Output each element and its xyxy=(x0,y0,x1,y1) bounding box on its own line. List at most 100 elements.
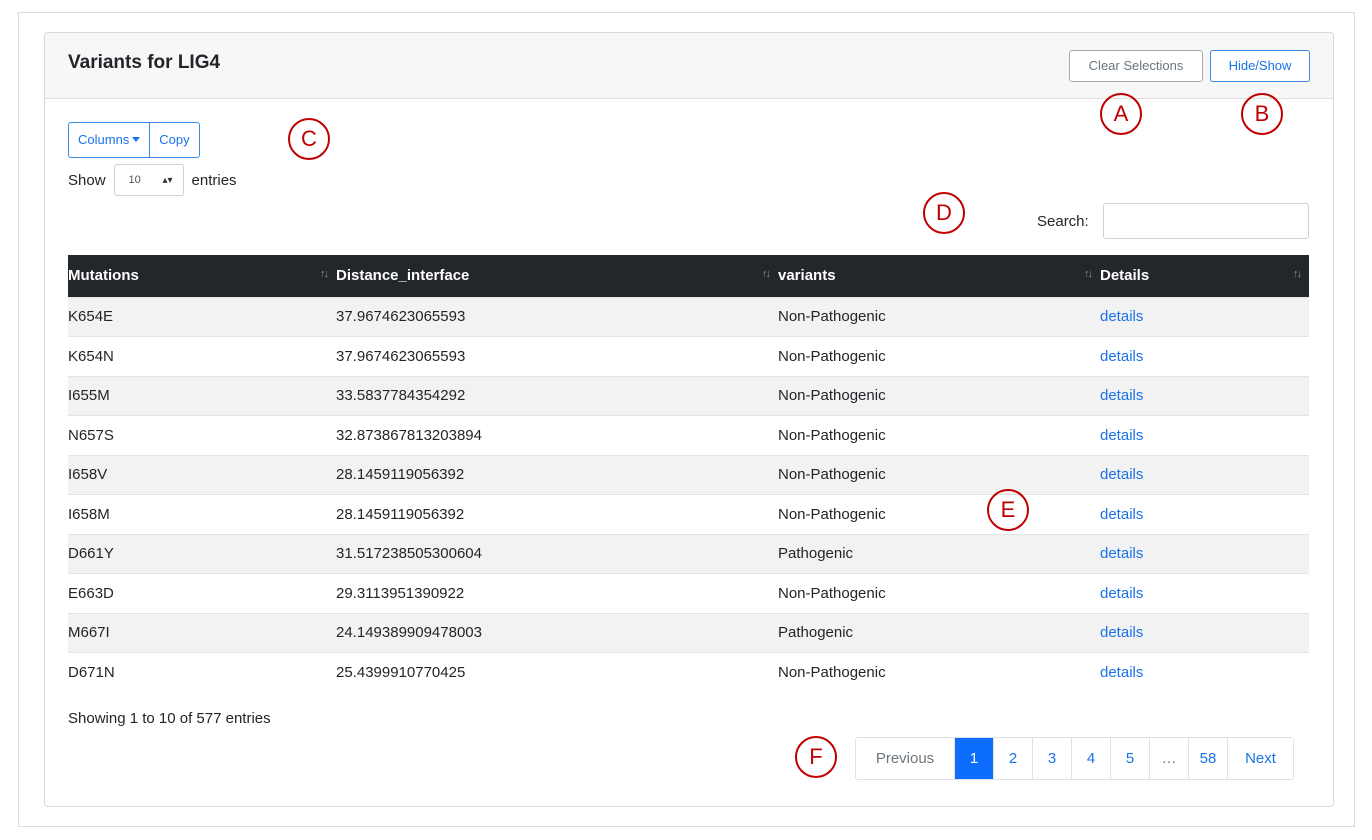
sort-arrows-icon: ↑↓ xyxy=(762,268,771,280)
next-page-button[interactable]: Next xyxy=(1227,738,1293,779)
search-label: Search: xyxy=(1037,213,1089,230)
cell-distance: 25.4399910770425 xyxy=(336,652,778,692)
entries-label: entries xyxy=(191,171,237,189)
pagination: Previous 1 2 3 4 5 … 58 Next xyxy=(855,737,1294,780)
cell-details: details xyxy=(1100,652,1309,692)
annotation-marker-b: B xyxy=(1241,93,1283,135)
table-info: Showing 1 to 10 of 577 entries xyxy=(68,710,271,727)
table-row: K654N 37.9674623065593 Non-Pathogenic de… xyxy=(68,336,1309,376)
table-row: I658M 28.1459119056392 Non-Pathogenic de… xyxy=(68,494,1309,534)
cell-details: details xyxy=(1100,533,1309,574)
annotation-marker-d: D xyxy=(923,192,965,234)
entries-select-value: 10 xyxy=(128,174,141,186)
cell-variant: Pathogenic xyxy=(778,533,1100,574)
column-header-details[interactable]: Details ↑↓ xyxy=(1100,255,1309,297)
columns-label: Columns xyxy=(78,132,130,147)
details-link[interactable]: details xyxy=(1100,427,1143,444)
details-link[interactable]: details xyxy=(1100,387,1143,404)
cell-details: details xyxy=(1100,612,1309,653)
column-header-variants[interactable]: variants ↑↓ xyxy=(778,255,1100,297)
length-menu: Show 10 ▴▾ entries xyxy=(68,164,237,196)
card-header: Variants for LIG4 Clear Selections Hide/… xyxy=(45,33,1333,99)
hide-show-button[interactable]: Hide/Show xyxy=(1210,50,1310,82)
cell-distance: 37.9674623065593 xyxy=(336,296,778,337)
columns-button[interactable]: Columns xyxy=(68,122,151,158)
cell-details: details xyxy=(1100,454,1309,495)
annotation-marker-e: E xyxy=(987,489,1029,531)
details-link[interactable]: details xyxy=(1100,585,1143,602)
cell-mutation: D671N xyxy=(68,652,336,692)
table-row: K654E 37.9674623065593 Non-Pathogenic de… xyxy=(68,296,1309,337)
page-button-4[interactable]: 4 xyxy=(1071,738,1110,779)
search-input[interactable] xyxy=(1103,203,1309,239)
cell-details: details xyxy=(1100,573,1309,613)
column-header-mutations[interactable]: Mutations ↑↓ xyxy=(68,255,336,297)
cell-details: details xyxy=(1100,296,1309,337)
annotation-marker-f: F xyxy=(795,736,837,778)
cell-variant: Non-Pathogenic xyxy=(778,494,1100,534)
annotation-marker-c: C xyxy=(288,118,330,160)
variants-table: Mutations ↑↓ Distance_interface ↑↓ variant… xyxy=(68,255,1309,692)
sort-arrows-icon: ↑↓ xyxy=(1084,268,1093,280)
cell-mutation: N657S xyxy=(68,415,336,455)
cell-mutation: I655M xyxy=(68,375,336,416)
details-link[interactable]: details xyxy=(1100,624,1143,641)
details-link[interactable]: details xyxy=(1100,545,1143,562)
page-button-58[interactable]: 58 xyxy=(1188,738,1227,779)
cell-distance: 29.3113951390922 xyxy=(336,573,778,613)
details-link[interactable]: details xyxy=(1100,506,1143,523)
cell-details: details xyxy=(1100,375,1309,416)
cell-mutation: I658V xyxy=(68,454,336,495)
table-row: D661Y 31.517238505300604 Pathogenic deta… xyxy=(68,533,1309,574)
previous-page-button[interactable]: Previous xyxy=(856,738,954,779)
cell-variant: Non-Pathogenic xyxy=(778,375,1100,416)
clear-selections-button[interactable]: Clear Selections xyxy=(1069,50,1203,82)
cell-mutation: K654N xyxy=(68,336,336,376)
details-link[interactable]: details xyxy=(1100,308,1143,325)
entries-select[interactable]: 10 ▴▾ xyxy=(113,164,184,196)
details-link[interactable]: details xyxy=(1100,664,1143,681)
table-row: M667I 24.149389909478003 Pathogenic deta… xyxy=(68,612,1309,653)
show-label: Show xyxy=(68,171,106,189)
page-button-1[interactable]: 1 xyxy=(954,738,993,779)
copy-button[interactable]: Copy xyxy=(150,122,200,158)
cell-distance: 24.149389909478003 xyxy=(336,612,778,653)
sort-arrows-icon: ↑↓ xyxy=(320,268,329,280)
cell-distance: 31.517238505300604 xyxy=(336,533,778,574)
cell-variant: Non-Pathogenic xyxy=(778,573,1100,613)
cell-mutation: K654E xyxy=(68,296,336,337)
cell-mutation: E663D xyxy=(68,573,336,613)
cell-variant: Non-Pathogenic xyxy=(778,652,1100,692)
table-row: E663D 29.3113951390922 Non-Pathogenic de… xyxy=(68,573,1309,613)
variants-card: Variants for LIG4 Clear Selections Hide/… xyxy=(44,32,1334,807)
cell-mutation: I658M xyxy=(68,494,336,534)
table-row: D671N 25.4399910770425 Non-Pathogenic de… xyxy=(68,652,1309,692)
cell-distance: 28.1459119056392 xyxy=(336,454,778,495)
cell-details: details xyxy=(1100,494,1309,534)
page-button-5[interactable]: 5 xyxy=(1110,738,1149,779)
sort-arrows-icon: ↑↓ xyxy=(1293,268,1302,280)
cell-variant: Non-Pathogenic xyxy=(778,336,1100,376)
annotation-marker-a: A xyxy=(1100,93,1142,135)
cell-mutation: D661Y xyxy=(68,533,336,574)
table-row: N657S 32.873867813203894 Non-Pathogenic … xyxy=(68,415,1309,455)
table-row: I655M 33.5837784354292 Non-Pathogenic de… xyxy=(68,375,1309,416)
cell-distance: 32.873867813203894 xyxy=(336,415,778,455)
page-button-3[interactable]: 3 xyxy=(1032,738,1071,779)
cell-distance: 28.1459119056392 xyxy=(336,494,778,534)
cell-details: details xyxy=(1100,415,1309,455)
table-buttons: Columns Copy xyxy=(68,122,200,158)
details-link[interactable]: details xyxy=(1100,466,1143,483)
page-button-2[interactable]: 2 xyxy=(993,738,1032,779)
column-header-distance-interface[interactable]: Distance_interface ↑↓ xyxy=(336,255,778,297)
cell-mutation: M667I xyxy=(68,612,336,653)
cell-details: details xyxy=(1100,336,1309,376)
table-header-row: Mutations ↑↓ Distance_interface ↑↓ variant… xyxy=(68,255,1309,297)
card-title: Variants for LIG4 xyxy=(68,52,221,73)
details-link[interactable]: details xyxy=(1100,348,1143,365)
caret-down-icon xyxy=(132,137,141,143)
cell-variant: Non-Pathogenic xyxy=(778,415,1100,455)
table-row: I658V 28.1459119056392 Non-Pathogenic de… xyxy=(68,454,1309,495)
cell-distance: 33.5837784354292 xyxy=(336,375,778,416)
page-ellipsis: … xyxy=(1149,738,1188,779)
